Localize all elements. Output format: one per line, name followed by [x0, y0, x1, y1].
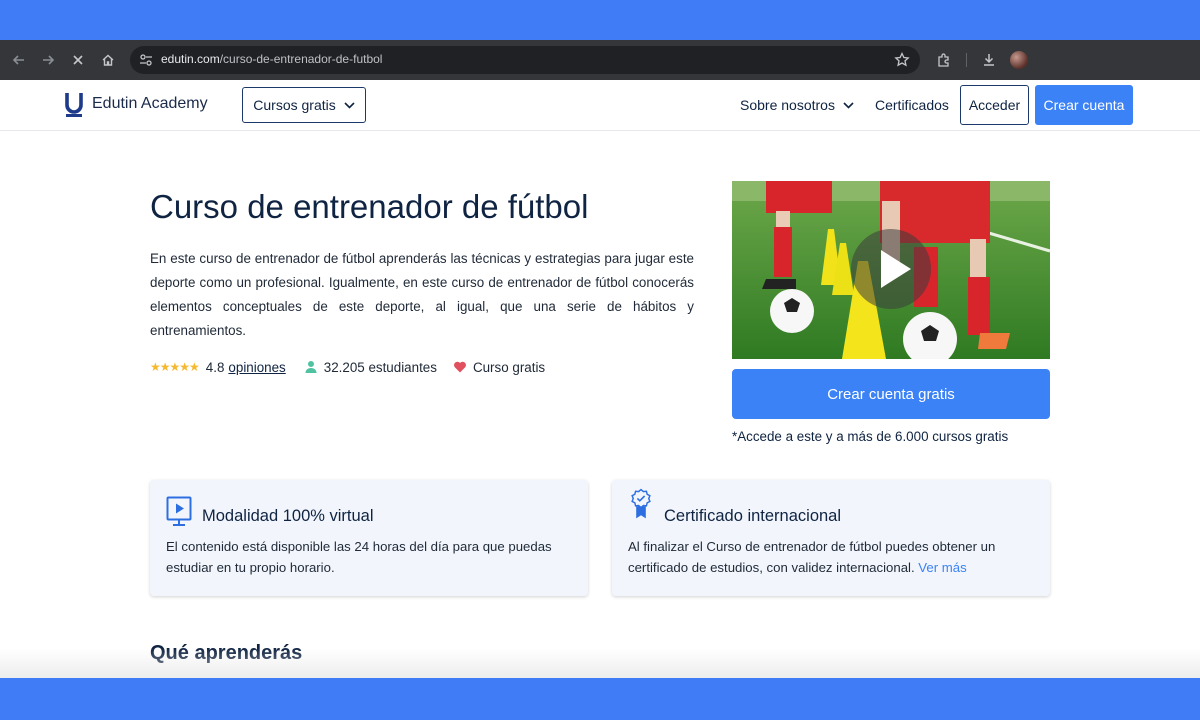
feature-text: Al finalizar el Curso de entrenador de f… — [628, 536, 1040, 578]
course-video-thumbnail[interactable] — [732, 181, 1050, 359]
course-meta: ★★★★★ 4.8 opiniones 32.205 estudiantes C… — [150, 358, 545, 376]
heart-icon — [453, 361, 466, 373]
rating-stars: ★★★★★ — [150, 360, 200, 374]
about-label: Sobre nosotros — [740, 97, 835, 113]
site-header: Edutin Academy Cursos gratis Sobre nosot… — [0, 80, 1200, 131]
feature-title: Certificado internacional — [664, 507, 842, 525]
feature-text-body: El contenido está disponible las 24 hora… — [166, 539, 552, 575]
see-more-link[interactable]: Ver más — [918, 560, 966, 575]
browser-window: edutin.com/curso-de-entrenador-de-futbol… — [0, 40, 1200, 678]
cta-note: *Accede a este y a más de 6.000 cursos g… — [732, 429, 1009, 444]
download-icon[interactable] — [979, 50, 999, 70]
certificate-badge-icon — [631, 488, 651, 519]
monitor-play-icon — [166, 496, 192, 526]
course-description: En este curso de entrenador de fútbol ap… — [150, 251, 694, 338]
bookmark-star-icon[interactable] — [893, 51, 911, 69]
login-button[interactable]: Acceder — [960, 85, 1029, 125]
courses-label: Cursos gratis — [253, 97, 336, 113]
url-domain: edutin.com — [161, 52, 220, 66]
free-course-label: Curso gratis — [472, 359, 546, 375]
feature-card-virtual: Modalidad 100% virtual El contenido está… — [150, 480, 588, 596]
page-title: Curso de entrenador de fútbol — [150, 188, 589, 225]
forward-icon[interactable] — [38, 50, 58, 70]
rating-value: 4.8 — [205, 359, 225, 375]
chevron-down-icon — [344, 101, 355, 109]
browser-toolbar: edutin.com/curso-de-entrenador-de-futbol — [0, 40, 1200, 80]
chevron-down-icon — [843, 101, 854, 109]
signup-button[interactable]: Crear cuenta — [1035, 85, 1133, 125]
about-dropdown[interactable]: Sobre nosotros — [740, 97, 854, 113]
toolbar-divider — [966, 53, 967, 67]
logo-text[interactable]: Edutin Academy — [92, 95, 208, 113]
feature-text: El contenido está disponible las 24 hora… — [166, 536, 578, 578]
url-text: edutin.com/curso-de-entrenador-de-futbol — [161, 52, 382, 66]
feature-card-certificate: Certificado internacional Al finalizar e… — [612, 480, 1050, 596]
extensions-icon[interactable] — [934, 50, 954, 70]
feature-title: Modalidad 100% virtual — [202, 507, 374, 525]
back-icon[interactable] — [9, 50, 29, 70]
what-you-learn-title: Qué aprenderás — [150, 642, 303, 664]
play-icon — [881, 250, 911, 288]
reviews-link[interactable]: opiniones — [228, 360, 285, 375]
create-free-account-button[interactable]: Crear cuenta gratis — [732, 369, 1050, 419]
profile-avatar[interactable] — [1010, 51, 1028, 69]
home-icon[interactable] — [98, 50, 118, 70]
certificates-link[interactable]: Certificados — [875, 97, 949, 113]
user-icon — [305, 361, 317, 373]
edutin-logo-icon[interactable] — [65, 92, 83, 118]
play-button[interactable] — [851, 229, 931, 309]
courses-dropdown-button[interactable]: Cursos gratis — [242, 87, 366, 123]
address-bar[interactable]: edutin.com/curso-de-entrenador-de-futbol — [130, 46, 920, 74]
stop-icon[interactable] — [68, 50, 88, 70]
students-count: 32.205 estudiantes — [323, 359, 437, 375]
url-path: /curso-de-entrenador-de-futbol — [219, 52, 383, 66]
site-settings-icon[interactable] — [138, 52, 154, 68]
